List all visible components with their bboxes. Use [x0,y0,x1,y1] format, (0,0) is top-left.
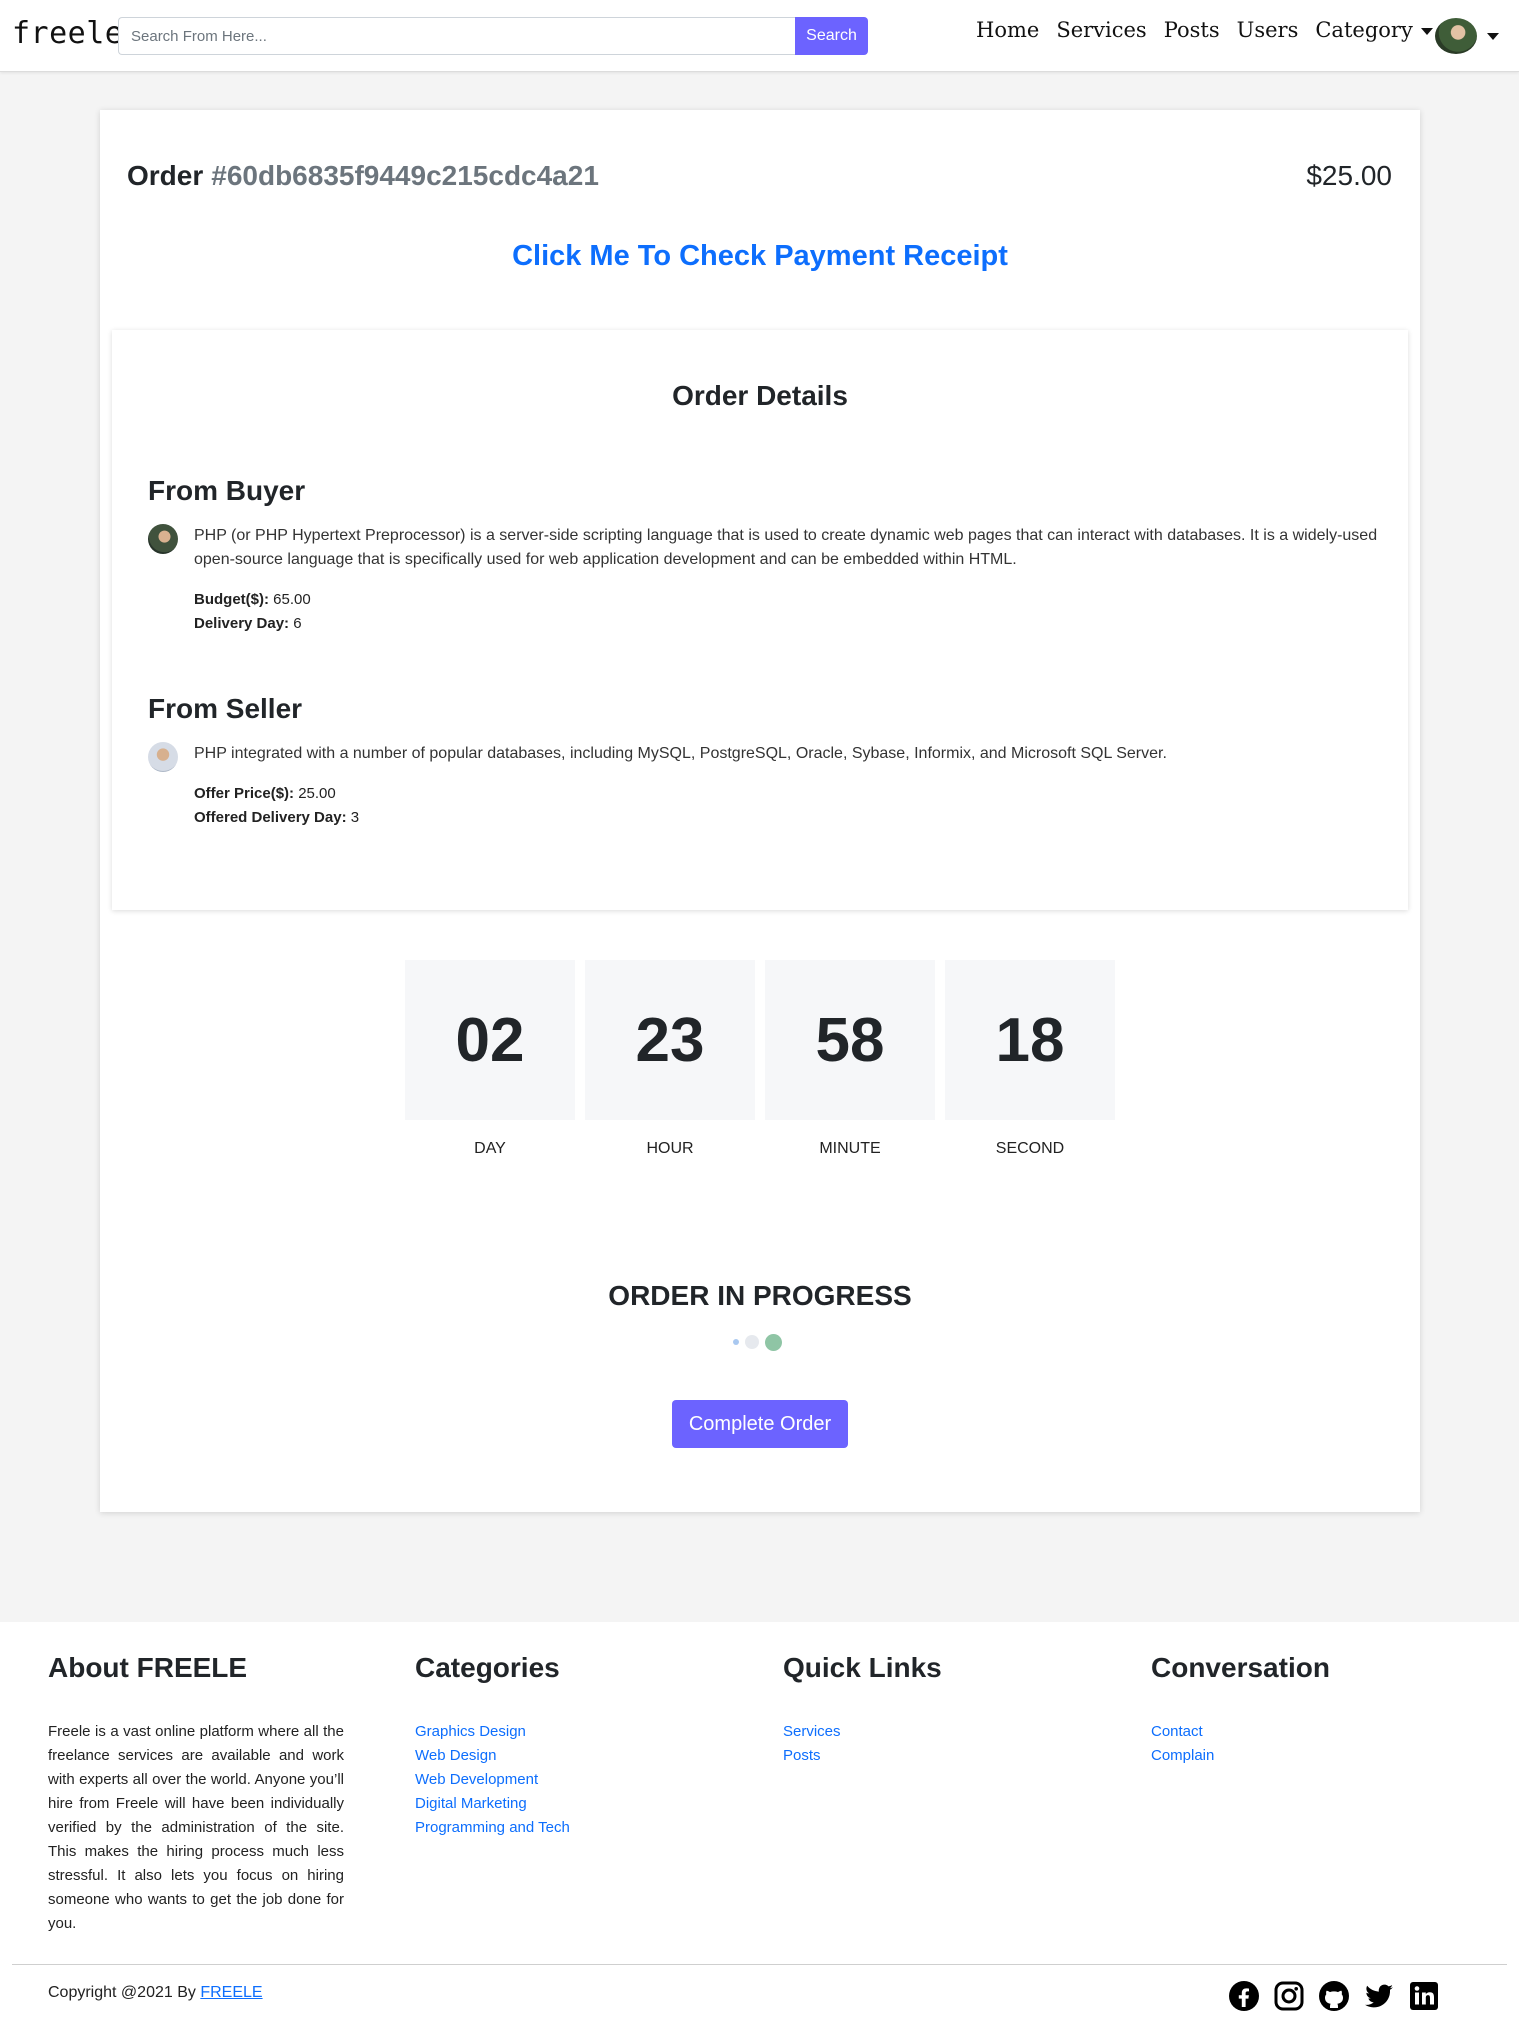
offered-delivery-label: Offered Delivery Day: [194,809,347,826]
budget-label: Budget($): [194,591,269,608]
footer-conversation: Conversation Contact Complain [1151,1652,1330,1768]
offer-price-value: 25.00 [298,785,336,802]
offer-price-row: Offer Price($): 25.00 [194,782,1378,806]
offer-price-label: Offer Price($): [194,785,295,802]
twitter-icon[interactable] [1363,1980,1395,2012]
search-button[interactable]: Search [795,17,868,55]
footer-quick-links: Quick Links Services Posts [783,1652,942,1768]
countdown-minute-label: MINUTE [819,1140,881,1157]
footer-quick-links-heading: Quick Links [783,1652,942,1683]
countdown-second: 18 SECOND [945,960,1115,1158]
footer-link-digital-marketing[interactable]: Digital Marketing [415,1792,570,1816]
loader-dot [733,1339,739,1345]
countdown-hour-value: 23 [585,960,755,1120]
footer-categories-heading: Categories [415,1652,560,1683]
facebook-icon[interactable] [1228,1980,1260,2012]
countdown-timer: 02 DAY 23 HOUR 58 MINUTE 18 SECOND [405,960,1125,1158]
nav-home[interactable]: Home [976,18,1039,42]
footer-categories: Categories Graphics Design Web Design We… [415,1652,570,1840]
search-input[interactable] [118,17,795,55]
nav-services[interactable]: Services [1056,18,1146,42]
countdown-day-value: 02 [405,960,575,1120]
budget-row: Budget($): 65.00 [194,588,1378,612]
seller-section: PHP integrated with a number of popular … [148,742,1378,830]
budget-value: 65.00 [273,591,311,608]
order-id: #60db6835f9449c215cdc4a21 [211,160,599,191]
countdown-second-value: 18 [945,960,1115,1120]
footer-link-graphics-design[interactable]: Graphics Design [415,1720,570,1744]
offered-delivery-value: 3 [350,809,360,826]
footer-link-services[interactable]: Services [783,1720,942,1744]
countdown-second-label: SECOND [995,1140,1065,1157]
seller-avatar [148,742,178,772]
seller-heading: From Seller [148,693,303,724]
countdown-minute: 58 MINUTE [765,960,935,1158]
copyright-text: Copyright @2021 By [48,1984,196,2001]
footer-link-web-development[interactable]: Web Development [415,1768,570,1792]
footer: About FREELE Freele is a vast online pla… [0,1622,1519,2026]
order-label: Order [127,160,204,191]
loader-dot [745,1335,759,1349]
search-bar: Search [118,17,868,55]
complete-order-button[interactable]: Complete Order [672,1400,848,1448]
footer-link-contact[interactable]: Contact [1151,1720,1330,1744]
navbar: freele Search Home Services Posts Users … [0,0,1519,72]
order-card: Order #60db6835f9449c215cdc4a21 $25.00 Cl… [100,110,1420,1512]
linkedin-icon[interactable] [1408,1980,1440,2012]
countdown-hour-label: HOUR [646,1140,694,1157]
delivery-row: Delivery Day: 6 [194,612,1378,636]
loader-dot [765,1333,782,1351]
nav-links: Home Services Posts Users Category [976,18,1450,42]
countdown-minute-value: 58 [765,960,935,1120]
nav-category-label: Category [1315,18,1413,42]
order-title: Order #60db6835f9449c215cdc4a21 [127,160,599,192]
footer-conversation-heading: Conversation [1151,1652,1330,1683]
footer-link-posts[interactable]: Posts [783,1744,942,1768]
payment-receipt-link[interactable]: Click Me To Check Payment Receipt [100,240,1420,273]
delivery-value: 6 [293,615,302,632]
copyright-link[interactable]: FREELE [200,1984,262,2001]
github-icon[interactable] [1318,1980,1350,2012]
footer-link-programming-tech[interactable]: Programming and Tech [415,1816,570,1840]
nav-category-dropdown[interactable]: Category [1315,18,1433,42]
delivery-label: Delivery Day: [194,615,290,632]
buyer-section: PHP (or PHP Hypertext Preprocessor) is a… [148,524,1378,636]
avatar[interactable] [1435,18,1477,54]
instagram-icon[interactable] [1273,1980,1305,2012]
offered-delivery-row: Offered Delivery Day: 3 [194,806,1378,830]
countdown-day: 02 DAY [405,960,575,1158]
footer-about: About FREELE Freele is a vast online pla… [48,1652,344,1936]
user-menu[interactable] [1435,18,1499,54]
progress-loader [733,1333,788,1351]
footer-divider [12,1964,1507,1965]
order-status-title: ORDER IN PROGRESS [608,1280,912,1311]
order-price: $25.00 [1306,160,1392,191]
order-details-card: Order Details From Buyer PHP (or PHP Hyp… [112,330,1408,910]
countdown-day-label: DAY [474,1140,506,1157]
seller-message: PHP integrated with a number of popular … [194,745,1167,762]
order-details-title: Order Details [672,380,848,411]
buyer-message: PHP (or PHP Hypertext Preprocessor) is a… [194,527,1378,568]
copyright: Copyright @2021 By FREELE [48,1984,263,2002]
seller-meta: Offer Price($): 25.00 Offered Delivery D… [194,782,1378,830]
footer-about-heading: About FREELE [48,1652,248,1683]
nav-users[interactable]: Users [1237,18,1299,42]
chevron-down-icon [1420,28,1433,35]
buyer-meta: Budget($): 65.00 Delivery Day: 6 [194,588,1378,636]
social-links [1228,1980,1453,2012]
buyer-heading: From Buyer [148,475,306,506]
nav-posts[interactable]: Posts [1164,18,1220,42]
countdown-hour: 23 HOUR [585,960,755,1158]
footer-link-complain[interactable]: Complain [1151,1744,1330,1768]
brand-logo[interactable]: freele [12,16,123,51]
footer-link-web-design[interactable]: Web Design [415,1744,570,1768]
buyer-avatar [148,524,178,554]
footer-about-text: Freele is a vast online platform where a… [48,1723,344,1932]
chevron-down-icon [1487,32,1499,40]
